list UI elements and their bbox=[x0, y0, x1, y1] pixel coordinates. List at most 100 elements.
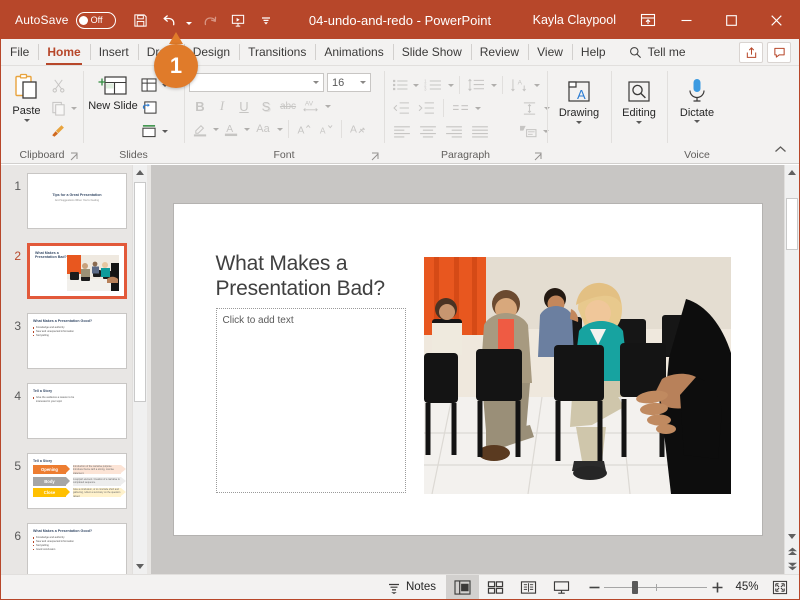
zoom-slider[interactable] bbox=[604, 575, 707, 600]
font-size-input[interactable]: 16 bbox=[327, 73, 371, 92]
zoom-in-button[interactable] bbox=[707, 575, 727, 600]
slide-thumbnail-6[interactable]: 6 What Makes a Presentation Good? Knowle… bbox=[1, 523, 147, 574]
text-direction-button[interactable]: A bbox=[507, 74, 532, 96]
notes-button[interactable]: Notes bbox=[377, 575, 446, 600]
clipboard-dialog-launcher[interactable] bbox=[70, 152, 79, 161]
share-icon[interactable] bbox=[739, 41, 763, 63]
decrease-indent-button[interactable] bbox=[389, 97, 414, 119]
character-spacing-caret-icon[interactable] bbox=[323, 95, 332, 117]
line-spacing-caret-icon[interactable] bbox=[489, 74, 498, 96]
line-spacing-button[interactable] bbox=[464, 74, 489, 96]
normal-view-button[interactable] bbox=[446, 574, 479, 599]
tab-file[interactable]: File bbox=[1, 39, 38, 65]
minimize-button[interactable] bbox=[664, 1, 709, 39]
slide-sorter-button[interactable] bbox=[479, 575, 512, 600]
text-shadow-button[interactable]: S bbox=[255, 95, 277, 117]
tab-home[interactable]: Home bbox=[38, 39, 89, 65]
paste-button[interactable]: Paste bbox=[6, 71, 47, 122]
increase-font-size-button[interactable]: A bbox=[293, 118, 315, 140]
character-spacing-button[interactable]: AV bbox=[299, 95, 323, 117]
font-color-caret-icon[interactable] bbox=[242, 118, 251, 140]
slide-title-placeholder[interactable]: What Makes a Presentation Bad? bbox=[216, 252, 431, 302]
tab-view[interactable]: View bbox=[528, 39, 572, 65]
tab-transitions[interactable]: Transitions bbox=[239, 39, 315, 65]
numbering-button[interactable]: 123 bbox=[420, 74, 446, 96]
slide-thumbnail-3[interactable]: 3 What Makes a Presentation Good? Knowle… bbox=[1, 313, 147, 383]
justify-button[interactable] bbox=[467, 120, 493, 142]
autosave-toggle[interactable]: Off bbox=[75, 11, 116, 29]
text-highlight-caret-icon[interactable] bbox=[211, 118, 220, 140]
text-direction-caret-icon[interactable] bbox=[532, 74, 541, 96]
zoom-out-button[interactable] bbox=[584, 575, 604, 600]
slide-thumbnail-frame-2[interactable]: What Makes a Presentation Bad? bbox=[27, 243, 127, 299]
tab-design[interactable]: Design bbox=[183, 39, 239, 65]
slide-scroll-down-button[interactable] bbox=[785, 529, 799, 544]
current-slide[interactable]: What Makes a Presentation Bad? Click to … bbox=[173, 204, 762, 535]
comments-icon[interactable] bbox=[767, 41, 791, 63]
slide-thumbnail-frame-4[interactable]: Tell a Story Give the audience a reason … bbox=[27, 383, 127, 439]
redo-icon[interactable] bbox=[197, 7, 223, 33]
close-button[interactable] bbox=[754, 1, 799, 39]
section-dropdown-caret-icon[interactable] bbox=[160, 120, 169, 142]
slide-thumbnail-frame-3[interactable]: What Makes a Presentation Good? Knowledg… bbox=[27, 313, 127, 369]
slide-scroll-track[interactable] bbox=[785, 180, 799, 529]
bullets-caret-icon[interactable] bbox=[411, 74, 420, 96]
undo-dropdown-caret-icon[interactable] bbox=[184, 7, 195, 33]
underline-button[interactable]: U bbox=[233, 95, 255, 117]
tab-review[interactable]: Review bbox=[470, 39, 528, 65]
align-right-button[interactable] bbox=[441, 120, 467, 142]
thumbnail-scrollbar[interactable] bbox=[132, 165, 147, 574]
tab-help[interactable]: Help bbox=[571, 39, 615, 65]
ribbon-display-options-icon[interactable] bbox=[632, 1, 664, 39]
fit-slide-button[interactable] bbox=[767, 575, 793, 600]
change-case-caret-icon[interactable] bbox=[275, 118, 284, 140]
reset-button[interactable] bbox=[138, 97, 160, 119]
customize-qat-icon[interactable] bbox=[253, 7, 279, 33]
autosave-control[interactable]: AutoSave Off bbox=[15, 11, 116, 29]
slide-thumbnail-2[interactable]: 2 What Makes a Presentation Bad? bbox=[1, 243, 147, 313]
previous-slide-button[interactable] bbox=[785, 544, 799, 559]
columns-button[interactable] bbox=[448, 97, 473, 119]
tab-slide-show[interactable]: Slide Show bbox=[392, 39, 471, 65]
tell-me-search[interactable]: Tell me bbox=[615, 39, 696, 65]
italic-button[interactable]: I bbox=[211, 95, 233, 117]
slide-thumbnail-1[interactable]: 1 Tips for a Great Presentation And Sugg… bbox=[1, 173, 147, 243]
slide-thumbnail-4[interactable]: 4 Tell a Story Give the audience a reaso… bbox=[1, 383, 147, 453]
section-button[interactable] bbox=[138, 120, 160, 142]
start-presentation-icon[interactable] bbox=[225, 7, 251, 33]
slide-scroll-up-button[interactable] bbox=[785, 165, 799, 180]
zoom-level-label[interactable]: 45% bbox=[727, 581, 767, 593]
tab-insert[interactable]: Insert bbox=[89, 39, 138, 65]
text-highlight-button[interactable] bbox=[189, 118, 211, 140]
slideshow-button[interactable] bbox=[545, 575, 578, 600]
align-center-button[interactable] bbox=[415, 120, 441, 142]
bold-button[interactable]: B bbox=[189, 95, 211, 117]
slide-thumbnail-frame-6[interactable]: What Makes a Presentation Good? Knowledg… bbox=[27, 523, 127, 574]
strikethrough-button[interactable]: abc bbox=[277, 95, 299, 117]
next-slide-button[interactable] bbox=[785, 559, 799, 574]
maximize-button[interactable] bbox=[709, 1, 754, 39]
editing-button[interactable]: Editing bbox=[616, 71, 662, 124]
account-name[interactable]: Kayla Claypool bbox=[533, 13, 616, 27]
bullets-button[interactable] bbox=[389, 74, 411, 96]
slide-body-placeholder[interactable]: Click to add text bbox=[215, 308, 406, 493]
slide-thumbnail-5[interactable]: 5 Tell a Story Opening Introduction of t… bbox=[1, 453, 147, 523]
save-icon[interactable] bbox=[128, 7, 154, 33]
change-case-button[interactable]: Aa bbox=[251, 118, 275, 140]
align-text-button[interactable] bbox=[517, 97, 542, 119]
tab-animations[interactable]: Animations bbox=[315, 39, 392, 65]
thumbnail-scroll-up-button[interactable] bbox=[133, 165, 147, 180]
dictate-button[interactable]: Dictate bbox=[672, 71, 722, 123]
copy-button[interactable] bbox=[47, 97, 69, 119]
font-name-input[interactable] bbox=[189, 73, 324, 92]
align-left-button[interactable] bbox=[389, 120, 415, 142]
slide-photo[interactable] bbox=[423, 257, 731, 494]
reading-view-button[interactable] bbox=[512, 575, 545, 600]
zoom-slider-handle[interactable] bbox=[631, 580, 638, 594]
collapse-ribbon-button[interactable] bbox=[769, 138, 791, 160]
font-color-button[interactable]: A bbox=[220, 118, 242, 140]
clear-formatting-button[interactable]: A bbox=[346, 118, 370, 140]
layout-button[interactable] bbox=[138, 74, 160, 96]
new-slide-button[interactable]: New Slide bbox=[88, 71, 138, 112]
font-dialog-launcher[interactable] bbox=[371, 152, 380, 161]
